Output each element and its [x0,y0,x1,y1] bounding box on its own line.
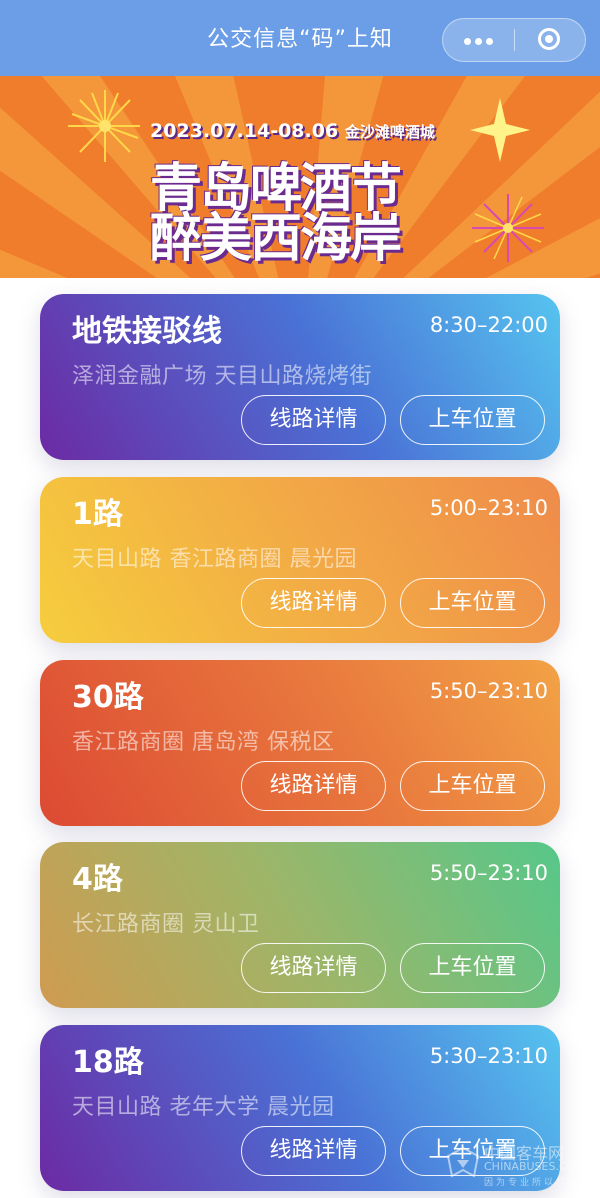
boarding-location-button[interactable]: 上车位置 [400,578,545,628]
festival-venue: 金沙滩啤酒城 [344,123,435,141]
watermark-slogan: 因为专业所以权威 [484,1178,581,1188]
nav-bar: 公交信息“码”上知 [0,0,600,76]
route-detail-button[interactable]: 线路详情 [241,1126,386,1176]
boarding-location-button[interactable]: 上车位置 [400,761,545,811]
target-close-dot [545,35,553,43]
route-hours: 5:30–23:10 [429,1044,548,1068]
route-name: 1路 [72,497,123,532]
route-hours: 5:00–23:10 [429,496,548,520]
route-stops: 天目山路 老年大学 晨光园 [72,1095,335,1120]
boarding-location-button[interactable]: 上车位置 [400,943,545,993]
route-name: 地铁接驳线 [72,314,222,349]
route-card: 1路 5:00–23:10 天目山路 香江路商圈 晨光园 线路详情 上车位置 [40,477,560,643]
miniprogram-capsule [442,18,586,62]
route-detail-button[interactable]: 线路详情 [241,761,386,811]
more-dots-icon [475,38,482,45]
route-stops: 香江路商圈 唐岛湾 保税区 [72,730,335,755]
route-card: 30路 5:50–23:10 香江路商圈 唐岛湾 保税区 线路详情 上车位置 [40,660,560,826]
more-dots-icon [486,38,493,45]
route-stops: 天目山路 香江路商圈 晨光园 [72,547,357,572]
route-hours: 5:50–23:10 [429,679,548,703]
route-detail-button[interactable]: 线路详情 [241,943,386,993]
route-stops: 长江路商圈 灵山卫 [72,912,260,937]
route-detail-button[interactable]: 线路详情 [241,395,386,445]
festival-date: 2023.07.14-08.06 金沙滩啤酒城 [150,120,435,142]
route-name: 30路 [72,680,144,715]
route-stops: 泽润金融广场 天目山路烧烤街 [72,364,372,389]
route-card: 地铁接驳线 8:30–22:00 泽润金融广场 天目山路烧烤街 线路详情 上车位… [40,294,560,460]
route-hours: 5:50–23:10 [429,861,548,885]
route-detail-button[interactable]: 线路详情 [241,578,386,628]
route-name: 18路 [72,1045,144,1080]
sparkle-icon [470,98,530,162]
watermark: 中国客车网 CHINABUSES.COM 因为专业所以权威 [444,1138,594,1190]
watermark-logo-icon [446,1146,480,1178]
close-miniprogram-button[interactable] [515,19,585,61]
route-hours: 8:30–22:00 [429,313,548,337]
route-card: 4路 5:50–23:10 长江路商圈 灵山卫 线路详情 上车位置 [40,842,560,1008]
boarding-location-button[interactable]: 上车位置 [400,395,545,445]
more-options-button[interactable] [443,19,514,61]
watermark-url: CHINABUSES.COM [484,1160,585,1173]
route-name: 4路 [72,862,123,897]
festival-banner[interactable]: 2023.07.14-08.06 金沙滩啤酒城 青岛啤酒节 醉美西海岸 [0,76,600,278]
festival-title-line2: 醉美西海岸 [150,209,402,269]
more-dots-icon [464,38,471,45]
